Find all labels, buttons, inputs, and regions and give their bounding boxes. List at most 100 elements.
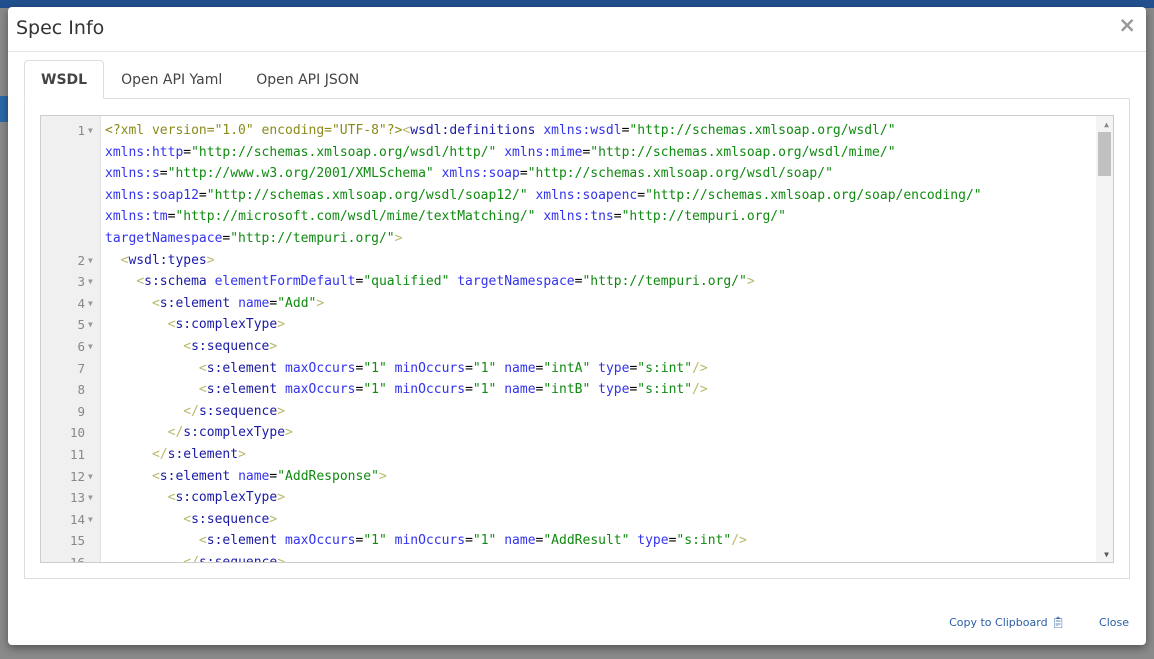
code-token: s:element <box>207 361 277 376</box>
code-token <box>207 274 215 289</box>
line-number: 1 <box>41 120 85 142</box>
code-token: minOccurs <box>395 533 465 548</box>
code-token: s:sequence <box>191 512 269 527</box>
code-text: <s:sequence> <box>105 509 277 531</box>
scroll-down-icon[interactable]: ▼ <box>1104 550 1109 559</box>
code-token: < <box>199 361 207 376</box>
code-token: wsdl:types <box>128 253 206 268</box>
code-token: "s:int" <box>637 382 692 397</box>
code-token: /> <box>692 361 708 376</box>
code-token: "http://www.w3.org/2001/XMLSchema" <box>168 166 434 181</box>
code-token <box>105 490 168 505</box>
modal-footer: Copy to Clipboard 📋︎ Close <box>949 616 1129 629</box>
fold-toggle-icon[interactable]: ▼ <box>88 271 93 293</box>
code-token: xmlns:tns <box>543 209 613 224</box>
code-line: 10 </s:complexType> <box>41 422 1097 444</box>
code-text: <s:element maxOccurs="1" minOccurs="1" n… <box>105 530 747 552</box>
code-token: "intA" <box>543 361 590 376</box>
code-token <box>105 361 199 376</box>
code-token <box>496 145 504 160</box>
code-token: = <box>520 166 528 181</box>
code-token: "AddResponse" <box>277 469 379 484</box>
close-icon[interactable]: × <box>1118 13 1136 37</box>
code-token <box>105 425 168 440</box>
tab-wsdl[interactable]: WSDL <box>24 60 104 99</box>
line-number: 14 <box>41 509 85 531</box>
code-token: xmlns:http <box>105 145 183 160</box>
vertical-scrollbar[interactable]: ▲ ▼ <box>1096 116 1113 562</box>
code-token: "http://schemas.xmlsoap.org/wsdl/http/" <box>191 145 496 160</box>
code-line: 5▼ <s:complexType> <box>41 314 1097 336</box>
code-token <box>105 512 183 527</box>
code-token: "http://schemas.xmlsoap.org/wsdl/soap/" <box>528 166 833 181</box>
code-token: "s:int" <box>676 533 731 548</box>
code-line: xmlns:soap12="http://schemas.xmlsoap.org… <box>41 185 1097 207</box>
code-text: </s:sequence> <box>105 401 285 423</box>
code-text: xmlns:s="http://www.w3.org/2001/XMLSchem… <box>105 163 833 185</box>
fold-toggle-icon[interactable]: ▼ <box>88 250 93 272</box>
copy-to-clipboard-button[interactable]: Copy to Clipboard 📋︎ <box>949 616 1065 629</box>
fold-toggle-icon[interactable]: ▼ <box>88 293 93 315</box>
modal-header: Spec Info × <box>8 7 1146 52</box>
fold-toggle-icon[interactable]: ▼ <box>88 509 93 531</box>
line-number: 11 <box>41 444 85 466</box>
fold-toggle-icon[interactable]: ▼ <box>88 466 93 488</box>
close-button[interactable]: Close <box>1099 616 1129 629</box>
code-text: <s:sequence> <box>105 336 277 358</box>
code-token: xmlns:soapenc <box>535 188 637 203</box>
code-token: targetNamespace <box>105 231 222 246</box>
code-token: s:element <box>207 382 277 397</box>
tab-open-api-yaml[interactable]: Open API Yaml <box>104 60 239 99</box>
code-text: xmlns:soap12="http://schemas.xmlsoap.org… <box>105 185 982 207</box>
code-token: "http://schemas.xmlsoap.org/wsdl/" <box>629 123 895 138</box>
code-token: wsdl:definitions <box>410 123 535 138</box>
code-text: <s:complexType> <box>105 314 285 336</box>
code-line: 16 </s:sequence> <box>41 552 1097 563</box>
spec-info-modal: Spec Info × WSDL Open API Yaml Open API … <box>8 7 1146 645</box>
code-token: "http://microsoft.com/wsdl/mime/textMatc… <box>175 209 535 224</box>
code-token: minOccurs <box>395 361 465 376</box>
code-token: xmlns:soap12 <box>105 188 199 203</box>
code-token: name <box>504 533 535 548</box>
code-token: > <box>277 404 285 419</box>
code-line: 6▼ <s:sequence> <box>41 336 1097 358</box>
fold-toggle-icon[interactable]: ▼ <box>88 487 93 509</box>
code-token: type <box>637 533 668 548</box>
code-token: maxOccurs <box>285 361 355 376</box>
fold-toggle-icon[interactable]: ▼ <box>88 120 93 142</box>
code-token: "1" <box>473 361 496 376</box>
scrollbar-thumb[interactable] <box>1098 132 1111 176</box>
code-text: </s:complexType> <box>105 422 293 444</box>
code-text: </s:element> <box>105 444 246 466</box>
code-token: < <box>183 512 191 527</box>
code-token: s:complexType <box>175 490 277 505</box>
code-token <box>277 382 285 397</box>
line-number: 16 <box>41 552 85 563</box>
code-token: targetNamespace <box>457 274 574 289</box>
scroll-up-icon[interactable]: ▲ <box>1104 120 1109 129</box>
fold-toggle-icon[interactable]: ▼ <box>88 314 93 336</box>
code-token: s:element <box>168 447 238 462</box>
code-line: xmlns:http="http://schemas.xmlsoap.org/w… <box>41 142 1097 164</box>
code-token <box>105 533 199 548</box>
code-token: > <box>285 425 293 440</box>
tab-open-api-json[interactable]: Open API JSON <box>239 60 376 99</box>
code-token: s:complexType <box>183 425 285 440</box>
code-token: > <box>379 469 387 484</box>
fold-toggle-icon[interactable]: ▼ <box>88 336 93 358</box>
code-token: = <box>183 145 191 160</box>
code-token <box>387 361 395 376</box>
line-number: 3 <box>41 271 85 293</box>
code-text: </s:sequence> <box>105 552 285 563</box>
code-line: 1▼<?xml version="1.0" encoding="UTF-8"?>… <box>41 120 1097 142</box>
code-line: 7 <s:element maxOccurs="1" minOccurs="1"… <box>41 358 1097 380</box>
code-token <box>105 404 183 419</box>
code-token: = <box>465 533 473 548</box>
code-token: /> <box>692 382 708 397</box>
line-number: 6 <box>41 336 85 358</box>
code-token: > <box>277 490 285 505</box>
code-line: 4▼ <s:element name="Add"> <box>41 293 1097 315</box>
code-token: "http://tempuri.org/" <box>230 231 394 246</box>
code-token: s:element <box>160 296 230 311</box>
code-editor[interactable]: 1▼<?xml version="1.0" encoding="UTF-8"?>… <box>40 115 1114 563</box>
